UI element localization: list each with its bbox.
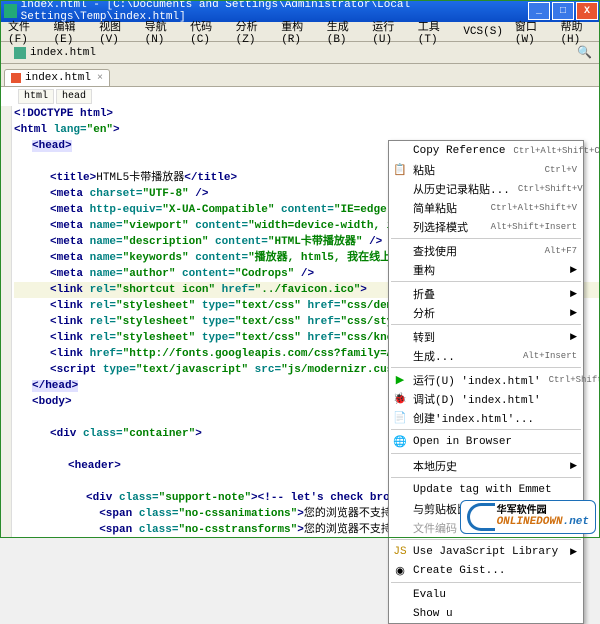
mi-show[interactable]: Show u (389, 604, 583, 623)
editor-tabs: index.html × (0, 64, 600, 86)
html-file-icon (14, 47, 26, 59)
mi-refactor[interactable]: 重构▶ (389, 260, 583, 279)
menu-separator (391, 429, 581, 430)
menu-refactor[interactable]: 重构(R) (275, 16, 321, 48)
mi-goto[interactable]: 转到▶ (389, 327, 583, 346)
debug-icon: 🐞 (393, 392, 407, 406)
html-file-icon (11, 73, 21, 83)
menu-navigate[interactable]: 导航(N) (139, 16, 185, 48)
watermark-logo: 华军软件园 ONLINEDOWN.net (460, 500, 596, 534)
mi-update-emmet[interactable]: Update tag with Emmet (389, 480, 583, 499)
menu-separator (391, 477, 581, 478)
mi-find-usage[interactable]: 查找使用Alt+F7 (389, 241, 583, 260)
mi-create[interactable]: 📄创建'index.html'... (389, 408, 583, 427)
menu-separator (391, 238, 581, 239)
menu-separator (391, 367, 581, 368)
menu-separator (391, 539, 581, 540)
menu-code[interactable]: 代码(C) (184, 16, 230, 48)
menu-tools[interactable]: 工具(T) (412, 16, 458, 48)
chevron-right-icon: ▶ (570, 547, 577, 557)
menu-help[interactable]: 帮助(H) (554, 16, 600, 48)
menu-build[interactable]: 生成(B) (321, 16, 367, 48)
js-icon: JS (393, 545, 407, 559)
close-tab-icon[interactable]: × (97, 73, 103, 84)
mi-open-browser[interactable]: 🌐Open in Browser (389, 432, 583, 451)
mi-fold[interactable]: 折叠▶ (389, 284, 583, 303)
mi-run[interactable]: ▶运行(U) 'index.html'Ctrl+Shift+F10 (389, 370, 583, 389)
github-icon: ◉ (393, 564, 407, 578)
mi-create-gist[interactable]: ◉Create Gist... (389, 561, 583, 580)
chevron-right-icon: ▶ (570, 332, 577, 342)
browser-icon: 🌐 (393, 435, 407, 449)
run-icon: ▶ (393, 373, 407, 387)
chevron-right-icon: ▶ (570, 289, 577, 299)
mi-use-js-library[interactable]: JSUse JavaScript Library▶ (389, 542, 583, 561)
chevron-right-icon: ▶ (570, 308, 577, 318)
menu-edit[interactable]: 编辑(E) (48, 16, 94, 48)
menu-vcs[interactable]: VCS(S) (457, 24, 509, 40)
menu-window[interactable]: 窗口(W) (509, 16, 555, 48)
create-icon: 📄 (393, 411, 407, 425)
menu-separator (391, 582, 581, 583)
menu-analyze[interactable]: 分析(Z) (230, 16, 276, 48)
menu-separator (391, 453, 581, 454)
menu-file[interactable]: 文件(F) (2, 16, 48, 48)
mi-generate[interactable]: 生成...Alt+Insert (389, 346, 583, 365)
breadcrumb: html head (0, 86, 600, 106)
logo-swish-icon (467, 503, 495, 531)
menu-separator (391, 324, 581, 325)
chevron-right-icon: ▶ (570, 265, 577, 275)
mi-paste[interactable]: 📋粘贴Ctrl+V (389, 160, 583, 179)
mi-evaluate[interactable]: Evalu (389, 585, 583, 604)
menu-separator (391, 281, 581, 282)
mi-debug[interactable]: 🐞调试(D) 'index.html' (389, 389, 583, 408)
context-menu: Copy ReferenceCtrl+Alt+Shift+C 📋粘贴Ctrl+V… (388, 140, 584, 624)
chevron-right-icon: ▶ (570, 461, 577, 471)
menu-run[interactable]: 运行(U) (366, 16, 412, 48)
mi-column-select[interactable]: 列选择模式Alt+Shift+Insert (389, 217, 583, 236)
editor-tab-index[interactable]: index.html × (4, 69, 110, 86)
mi-paste-history[interactable]: 从历史记录粘贴...Ctrl+Shift+V (389, 179, 583, 198)
menu-view[interactable]: 视图(V) (93, 16, 139, 48)
mi-copy-reference[interactable]: Copy ReferenceCtrl+Alt+Shift+C (389, 141, 583, 160)
crumb-head[interactable]: head (56, 89, 92, 104)
paste-icon: 📋 (393, 163, 407, 177)
mi-analyze[interactable]: 分析▶ (389, 303, 583, 322)
menu-bar: 文件(F) 编辑(E) 视图(V) 导航(N) 代码(C) 分析(Z) 重构(R… (0, 22, 600, 42)
editor-gutter (0, 106, 12, 538)
nav-tab-index[interactable]: index.html (6, 45, 104, 61)
search-icon[interactable]: 🔍 (577, 45, 600, 60)
mi-local-history[interactable]: 本地历史▶ (389, 456, 583, 475)
mi-paste-simple[interactable]: 简单粘贴Ctrl+Alt+Shift+V (389, 198, 583, 217)
crumb-html[interactable]: html (18, 89, 54, 104)
